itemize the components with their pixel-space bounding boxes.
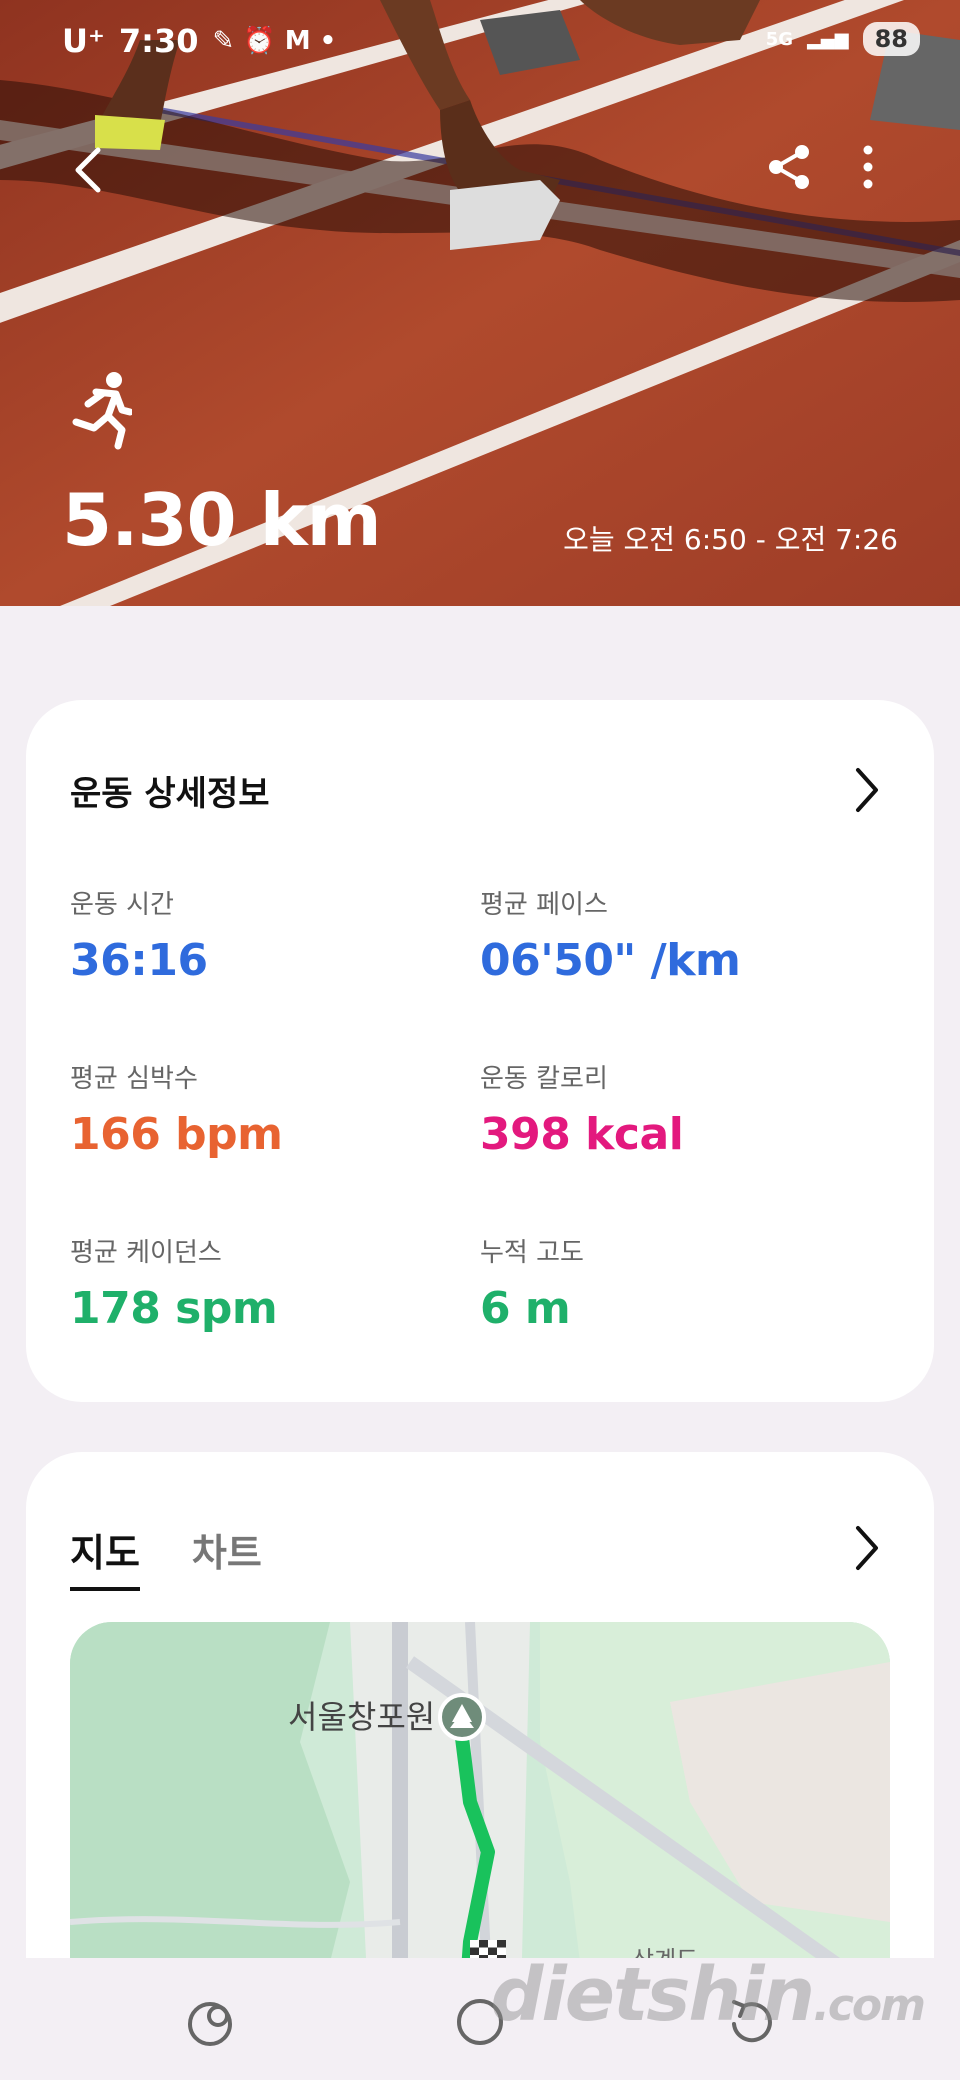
watermark-main: dietshin	[490, 1952, 815, 2038]
status-bar: U⁺ 7:30 ✎ ⏰ M • 5G ▂▄▆ 88	[0, 18, 960, 68]
details-more-button[interactable]	[852, 764, 882, 816]
metric-value: 06'50" /km	[480, 935, 741, 986]
workout-details-card: 운동 상세정보 운동 시간 36:16 평균 페이스 06'50" /km 평균…	[26, 700, 934, 1402]
metric-label: 운동 시간	[70, 890, 174, 920]
time-range: 오늘 오전 6:50 - 오전 7:26	[563, 523, 898, 556]
metric-elevation: 누적 고도 6 m	[480, 1232, 880, 1334]
tab-chart[interactable]: 차트	[192, 1522, 262, 1591]
metric-value: 178 spm	[70, 1283, 278, 1334]
chevron-right-icon	[856, 768, 878, 812]
more-vertical-icon	[863, 145, 873, 189]
map-place-label: 서울창포원	[288, 1698, 436, 1736]
recent-apps-button[interactable]	[182, 1994, 238, 2050]
metric-cadence: 평균 케이던스 178 spm	[70, 1232, 470, 1334]
metric-label: 평균 케이던스	[70, 1238, 222, 1268]
metric-value: 166 bpm	[70, 1109, 283, 1160]
more-options-button[interactable]	[856, 142, 880, 192]
metric-pace: 평균 페이스 06'50" /km	[480, 884, 880, 986]
carrier-label: U⁺	[62, 22, 105, 60]
metric-label: 누적 고도	[480, 1238, 584, 1268]
recents-icon	[188, 2002, 232, 2046]
metric-heart-rate: 평균 심박수 166 bpm	[70, 1058, 470, 1160]
network-label: 5G	[765, 28, 794, 50]
map-more-button[interactable]	[852, 1522, 882, 1574]
battery-indicator: 88	[862, 22, 920, 56]
map-chart-card: 지도 차트 서울창포원 상계도	[26, 1452, 934, 2012]
chevron-right-icon	[856, 1526, 878, 1570]
chevron-left-icon	[75, 147, 101, 193]
card-title: 운동 상세정보	[70, 774, 270, 814]
distance-value: 5.30 km	[62, 478, 382, 562]
metric-label: 평균 심박수	[70, 1064, 198, 1094]
share-button[interactable]	[764, 142, 814, 192]
back-button[interactable]	[68, 140, 108, 200]
watermark-suffix: .com	[813, 1980, 926, 2031]
hero-banner: U⁺ 7:30 ✎ ⏰ M • 5G ▂▄▆ 88 5.30 km 오늘 오전 …	[0, 0, 960, 606]
watermark: dietshin.com	[490, 1952, 926, 2038]
tab-map[interactable]: 지도	[70, 1522, 140, 1591]
signal-icon: ▂▄▆	[807, 28, 849, 50]
metric-label: 평균 페이스	[480, 890, 608, 920]
share-icon	[769, 145, 809, 189]
metric-value: 398 kcal	[480, 1109, 684, 1160]
running-icon	[72, 370, 134, 450]
clock: 7:30	[118, 22, 199, 60]
metric-value: 36:16	[70, 935, 208, 986]
metric-label: 운동 칼로리	[480, 1064, 608, 1094]
notification-icons: ✎ ⏰ M •	[212, 26, 337, 56]
metric-duration: 운동 시간 36:16	[70, 884, 470, 986]
map-chart-tabs: 지도 차트	[70, 1522, 262, 1591]
metric-calories: 운동 칼로리 398 kcal	[480, 1058, 880, 1160]
metric-value: 6 m	[480, 1283, 571, 1334]
